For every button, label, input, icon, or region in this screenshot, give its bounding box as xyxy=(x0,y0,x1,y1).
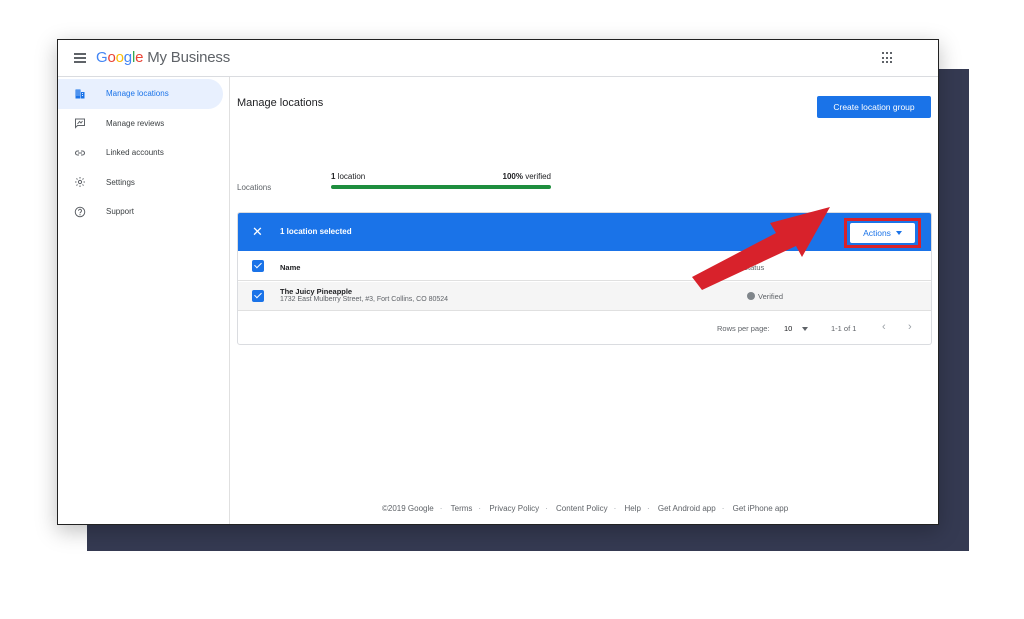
sidebar: Manage locations Manage reviews Linked a… xyxy=(58,77,230,524)
sidebar-item-label: Manage reviews xyxy=(106,118,165,128)
annotation-arrow xyxy=(692,207,830,290)
annotation-arrow-shape xyxy=(692,207,830,290)
verification-progress-bar xyxy=(331,185,551,189)
create-location-group-button[interactable]: Create location group xyxy=(817,96,931,118)
google-my-business-logo[interactable]: Google My Business xyxy=(96,49,230,66)
sidebar-item-label: Linked accounts xyxy=(106,148,164,158)
footer-link-help[interactable]: Help xyxy=(625,504,641,513)
rows-per-page-select[interactable]: 10 xyxy=(784,324,792,333)
footer: ©2019 Google · Terms · Privacy Policy · Con… xyxy=(382,504,789,513)
sidebar-item-manage-reviews[interactable]: Manage reviews xyxy=(58,109,229,139)
sidebar-item-label: Manage locations xyxy=(106,89,169,99)
column-header-name[interactable]: Name xyxy=(280,263,300,272)
help-icon xyxy=(74,206,86,217)
page-range-text: 1-1 of 1 xyxy=(831,324,857,333)
location-count: 1 location xyxy=(331,172,366,181)
chevron-left-icon[interactable]: ‹ xyxy=(882,321,886,333)
link-icon xyxy=(74,150,86,156)
close-icon[interactable]: ✕ xyxy=(252,225,263,238)
row-checkbox[interactable] xyxy=(252,290,264,302)
sidebar-item-label: Support xyxy=(106,207,135,217)
chevron-right-icon[interactable]: › xyxy=(908,321,912,333)
sidebar-item-support[interactable]: Support xyxy=(58,197,229,227)
actions-label: Actions xyxy=(863,228,891,238)
footer-link-android[interactable]: Get Android app xyxy=(658,504,716,513)
sidebar-item-settings[interactable]: Settings xyxy=(58,168,229,198)
verified-percent: 100% verified xyxy=(502,172,551,181)
footer-link-terms[interactable]: Terms xyxy=(451,504,473,513)
footer-link-iphone[interactable]: Get iPhone app xyxy=(733,504,789,513)
locations-label: Locations xyxy=(237,183,272,192)
footer-link-content-policy[interactable]: Content Policy xyxy=(556,504,608,513)
apps-grid-icon[interactable] xyxy=(882,52,894,64)
sidebar-item-linked-accounts[interactable]: Linked accounts xyxy=(58,138,229,168)
selection-count-text: 1 location selected xyxy=(280,227,352,236)
location-name[interactable]: The Juicy Pineapple xyxy=(280,287,352,296)
sidebar-item-manage-locations[interactable]: Manage locations xyxy=(58,79,223,109)
actions-dropdown-button[interactable]: Actions xyxy=(850,223,915,243)
sidebar-item-label: Settings xyxy=(106,177,135,187)
footer-link-privacy[interactable]: Privacy Policy xyxy=(489,504,539,513)
caret-down-icon xyxy=(895,231,902,235)
caret-down-icon[interactable] xyxy=(802,327,808,331)
reviews-icon xyxy=(75,118,85,129)
main-content: Manage locations Create location group L… xyxy=(237,77,937,524)
building-icon xyxy=(75,89,85,99)
page-title: Manage locations xyxy=(237,97,324,109)
pagination: Rows per page: 10 1-1 of 1 ‹ › xyxy=(238,312,931,344)
verification-progress-fill xyxy=(331,185,551,189)
rows-per-page-label: Rows per page: xyxy=(717,324,770,333)
footer-copyright: ©2019 Google xyxy=(382,504,434,513)
hamburger-menu-icon[interactable] xyxy=(74,53,86,63)
top-bar: Google My Business xyxy=(58,40,938,77)
gear-icon xyxy=(75,177,85,188)
location-address: 1732 East Mulberry Street, #3, Fort Coll… xyxy=(280,296,449,303)
select-all-checkbox[interactable] xyxy=(252,260,264,272)
